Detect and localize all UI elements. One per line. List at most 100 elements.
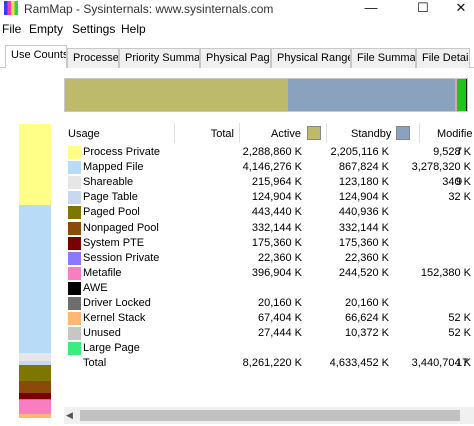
shareable-color-swatch — [68, 176, 81, 190]
row-total: 443,440 K — [251, 206, 302, 219]
vertical-bar-segment — [19, 205, 51, 354]
row-standby: 52 K — [448, 327, 471, 340]
row-usage-name: Process Private — [83, 146, 161, 158]
table-row[interactable]: Process Private 2,288,860 K 2,205,116 K 9,5… — [64, 145, 474, 160]
table-row[interactable]: Session Private 22,360 K 22,360 K — [64, 251, 474, 266]
tab-physical-pages[interactable]: Physical Pages — [200, 48, 271, 68]
menu-settings[interactable]: Settings — [72, 22, 115, 36]
row-standby: 9,528 K — [433, 146, 471, 158]
row-total: 4,146,276 K — [242, 161, 302, 174]
table-row[interactable]: Total 8,261,220 K 4,633,452 K 3,440,704 K 17 — [64, 356, 474, 371]
session-private-color-swatch — [68, 251, 81, 265]
table-row[interactable]: Page Table 124,904 K 124,904 K 32 K — [64, 190, 474, 205]
row-total: 332,144 K — [251, 221, 302, 234]
table-row[interactable]: Paged Pool 443,440 K 440,936 K — [64, 205, 474, 220]
row-active: 123,180 K — [338, 176, 389, 189]
row-active: 66,624 K — [344, 312, 389, 325]
column-header-active[interactable]: Active — [271, 128, 301, 140]
table-row[interactable]: Mapped File 4,146,276 K 867,824 K 3,278,320… — [64, 160, 474, 175]
scroll-left-icon[interactable]: ◀ — [66, 409, 76, 421]
tab-processes[interactable]: Processes — [67, 48, 119, 68]
tab-use-counts[interactable]: Use Counts — [5, 45, 67, 69]
usage-summary-bar — [64, 78, 468, 112]
column-header-total[interactable]: Total — [211, 128, 234, 140]
tab-physical-ranges[interactable]: Physical Ranges — [271, 48, 351, 68]
menu-help[interactable]: Help — [121, 22, 146, 36]
column-divider[interactable] — [419, 123, 420, 143]
row-usage-name: Nonpaged Pool — [83, 221, 159, 234]
row-modified: 9 — [456, 176, 463, 189]
row-usage-name: Kernel Stack — [83, 312, 146, 325]
driver-locked-color-swatch — [68, 297, 81, 310]
table-row[interactable]: Nonpaged Pool 332,144 K 332,144 K — [64, 221, 474, 236]
row-total: 175,360 K — [251, 236, 302, 249]
scrollbar-thumb[interactable] — [80, 410, 460, 421]
table-row[interactable]: AWE — [64, 281, 474, 296]
maximize-button[interactable]: ☐ — [408, 0, 438, 18]
tab-file-summary[interactable]: File Summary — [351, 48, 416, 68]
row-active: 867,824 K — [338, 161, 389, 174]
menu-empty[interactable]: Empty — [29, 22, 63, 36]
close-button[interactable]: ✕ — [446, 0, 474, 18]
row-active: 175,360 K — [338, 236, 389, 249]
column-divider[interactable] — [239, 123, 240, 143]
row-total: 27,444 K — [257, 327, 302, 340]
row-usage-name: Driver Locked — [83, 297, 151, 309]
vertical-bar-segment — [19, 399, 51, 414]
table-row[interactable]: Metafile 396,904 K 244,520 K 152,380 K — [64, 266, 474, 281]
row-modified: 17 — [456, 357, 469, 370]
menu-file[interactable]: File — [2, 22, 21, 36]
usage-bar-segment — [288, 79, 455, 111]
row-usage-name: AWE — [83, 281, 108, 294]
row-usage-name: System PTE — [83, 236, 145, 249]
row-active: 440,936 K — [338, 206, 389, 219]
row-active: 4,633,452 K — [329, 357, 389, 370]
row-active: 20,160 K — [344, 297, 389, 309]
column-header-modified[interactable]: Modifie — [437, 128, 472, 140]
minimize-button[interactable]: — — [356, 0, 386, 18]
row-modified: 7 — [456, 146, 463, 158]
table-row[interactable]: Unused 27,444 K 10,372 K 52 K — [64, 326, 474, 341]
paged-pool-color-swatch — [68, 206, 81, 220]
metafile-color-swatch — [68, 266, 81, 280]
tab-file-details[interactable]: File Details — [416, 48, 470, 68]
column-divider[interactable] — [174, 123, 175, 143]
usage-vertical-bar — [19, 124, 51, 418]
row-usage-name: Paged Pool — [83, 206, 140, 219]
vertical-bar-segment — [19, 413, 51, 418]
table-row[interactable]: Large Page — [64, 341, 474, 356]
column-header-standby[interactable]: Standby — [351, 128, 391, 140]
usage-bar-segment — [465, 79, 467, 111]
menu-bar: File Empty Settings Help — [0, 20, 474, 38]
process-private-color-swatch — [68, 146, 81, 159]
tab-strip: Use Counts Processes Priority Summary Ph… — [0, 44, 474, 69]
row-total: 8,261,220 K — [242, 357, 302, 370]
horizontal-scrollbar[interactable]: ◀ — [64, 407, 474, 424]
mapped-file-color-swatch — [68, 161, 81, 175]
table-row[interactable]: Driver Locked 20,160 K 20,160 K — [64, 296, 474, 311]
vertical-bar-segment — [19, 124, 51, 206]
column-header-usage[interactable]: Usage — [68, 128, 100, 140]
vertical-bar-segment — [19, 353, 51, 361]
row-usage-name: Session Private — [83, 251, 160, 264]
row-total: 2,288,860 K — [242, 146, 302, 158]
row-active: 244,520 K — [338, 266, 389, 279]
row-usage-name: Unused — [83, 327, 121, 340]
row-active: 2,205,116 K — [330, 146, 389, 158]
column-divider[interactable] — [326, 123, 327, 143]
row-total: 20,160 K — [257, 297, 302, 309]
table-row[interactable]: Shareable 215,964 K 123,180 K 340 K9 — [64, 175, 474, 190]
table-row[interactable]: Kernel Stack 67,404 K 66,624 K 52 K — [64, 311, 474, 326]
kernel-stack-color-swatch — [68, 312, 81, 326]
tab-priority-summary[interactable]: Priority Summary — [119, 48, 200, 68]
unused-color-swatch — [68, 327, 81, 341]
standby-legend-swatch — [396, 126, 410, 140]
table-row[interactable]: System PTE 175,360 K 175,360 K — [64, 236, 474, 251]
row-total: 215,964 K — [251, 176, 302, 189]
window-title: RamMap - Sysinternals: www.sysinternals.… — [24, 2, 274, 16]
awe-color-swatch — [68, 281, 81, 295]
list-header: Usage Total Active Standby Modifie — [64, 123, 474, 143]
large-page-color-swatch — [68, 342, 81, 356]
row-usage-name: Mapped File — [83, 161, 144, 174]
row-active: 124,904 K — [338, 191, 389, 204]
